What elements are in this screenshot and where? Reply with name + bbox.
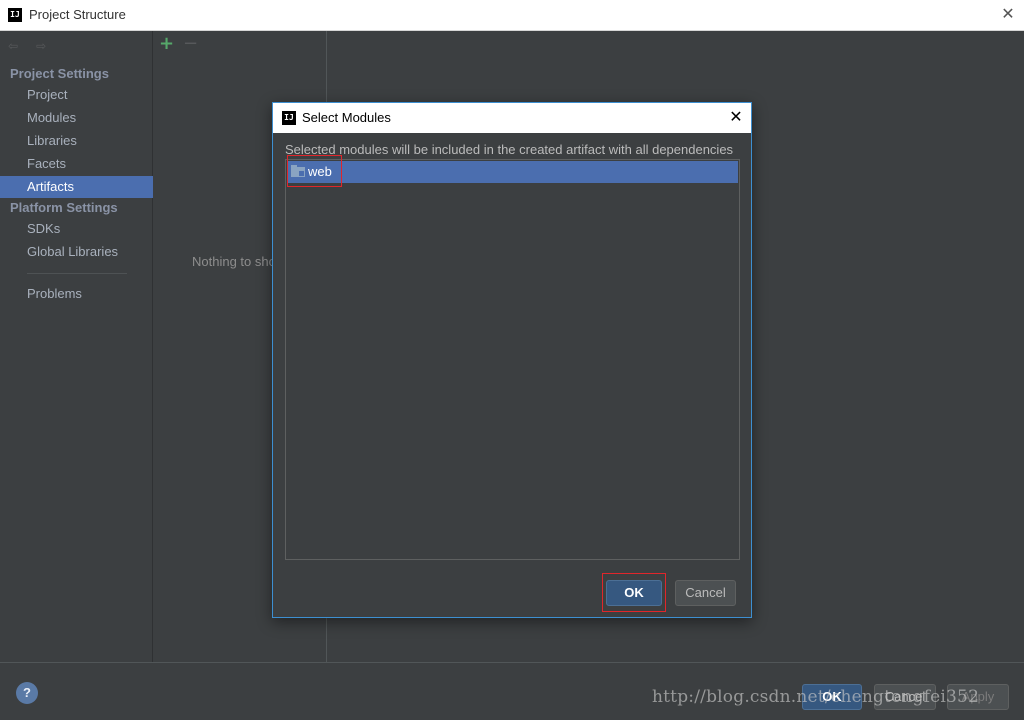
sidebar-divider [27,273,127,274]
sidebar-item-global-libraries[interactable]: Global Libraries [0,241,153,263]
highlight-box-ok [602,573,666,612]
section-platform-settings: Platform Settings [10,200,118,215]
sidebar-item-libraries[interactable]: Libraries [0,130,153,152]
sidebar-item-problems[interactable]: Problems [0,283,153,305]
sidebar-item-artifacts[interactable]: Artifacts [0,176,153,198]
sidebar-item-project[interactable]: Project [0,84,153,106]
dialog-description: Selected modules will be included in the… [285,142,734,157]
section-project-settings: Project Settings [10,66,109,81]
remove-artifact-icon[interactable]: − [183,33,198,54]
dialog-close-icon[interactable]: ✕ [728,108,744,126]
dialog-cancel-button[interactable]: Cancel [675,580,736,606]
dialog-titlebar: IJ Select Modules ✕ [273,103,751,133]
intellij-logo-icon: IJ [8,8,22,22]
window-title: Project Structure [29,7,126,22]
nav-arrows: ⇦ ⇨ [8,39,60,53]
sidebar-item-sdks[interactable]: SDKs [0,218,153,240]
window-titlebar: IJ Project Structure ✕ [0,0,1024,31]
select-modules-dialog: IJ Select Modules ✕ Selected modules wil… [272,102,752,618]
window-close-icon[interactable]: ✕ [1000,5,1016,23]
watermark-text: http://blog.csdn.net/chengtengfei352 [652,687,980,707]
sidebar-item-modules[interactable]: Modules [0,107,153,129]
help-icon[interactable]: ? [16,682,38,704]
sidebar-item-facets[interactable]: Facets [0,153,153,175]
module-list[interactable]: web [285,159,740,560]
highlight-box-module [287,155,342,187]
settings-sidebar: ⇦ ⇨ Project Settings Project Modules Lib… [0,31,153,662]
add-artifact-icon[interactable]: + [159,33,174,54]
dialog-title: Select Modules [302,110,391,125]
list-item[interactable]: web [287,161,738,183]
forward-arrow-icon[interactable]: ⇨ [36,39,50,53]
back-arrow-icon[interactable]: ⇦ [8,39,22,53]
intellij-logo-icon: IJ [282,111,296,125]
